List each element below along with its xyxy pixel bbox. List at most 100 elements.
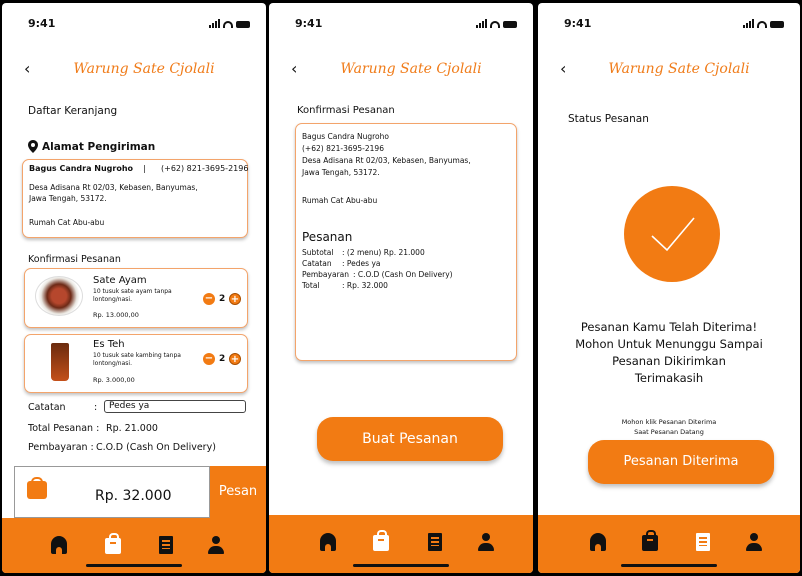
item-qty: 2	[219, 294, 226, 304]
recipient-name: Bagus Candra Nugroho	[302, 132, 389, 141]
status-bar: 9:41	[269, 17, 533, 33]
checkout-total: Rp. 32.000	[95, 488, 172, 504]
battery-icon	[770, 21, 784, 28]
order-summary-card: Bagus Candra Nugroho (+62) 821-3695-2196…	[295, 123, 517, 361]
note-value: : Pedes ya	[342, 259, 381, 268]
note-colon: :	[94, 402, 98, 413]
item-desc: 10 tusuk sate ayam tanpa	[93, 288, 172, 295]
status-message-line: Terimakasih	[634, 371, 704, 385]
es-teh-image	[51, 343, 69, 381]
cart-screen: 9:41 ‹ Warung Sate Cjolali Daftar Keranj…	[2, 3, 266, 573]
status-icons	[209, 19, 250, 28]
separator: |	[143, 164, 146, 173]
total-label: Total	[302, 281, 320, 290]
recipient-name: Bagus Candra Nugroho	[29, 164, 134, 173]
increase-qty-button[interactable]: +	[229, 353, 241, 365]
status-time: 9:41	[564, 17, 592, 30]
payment-value: : C.O.D (Cash On Delivery)	[353, 270, 453, 279]
address-note: Rumah Cat Abu-abu	[29, 218, 105, 227]
profile-icon[interactable]	[478, 533, 494, 551]
hint-line: Mohon klik Pesanan Diterima	[621, 418, 717, 426]
order-button[interactable]: Pesan	[210, 466, 266, 518]
back-button[interactable]: ‹	[24, 61, 30, 77]
confirm-heading: Konfirmasi Pesanan	[28, 254, 121, 265]
status-icons	[476, 19, 517, 28]
sate-ayam-image	[35, 276, 83, 316]
wifi-icon	[223, 21, 233, 28]
order-list-icon[interactable]	[696, 533, 710, 551]
page-title: Konfirmasi Pesanan	[297, 105, 395, 116]
increase-qty-button[interactable]: +	[229, 293, 241, 305]
status-time: 9:41	[28, 17, 56, 30]
address-line-1: Desa Adisana Rt 02/03, Kebasen, Banyumas…	[29, 183, 198, 192]
bag-icon[interactable]	[642, 530, 658, 551]
home-icon[interactable]	[320, 533, 336, 551]
brand-title: Warung Sate Cjolali	[608, 61, 750, 77]
note-input[interactable]: Pedes ya	[104, 400, 246, 413]
subtotal-label: Subtotal	[302, 248, 334, 257]
signal-icon	[476, 19, 487, 28]
order-list-icon[interactable]	[428, 533, 442, 551]
wifi-icon	[757, 21, 767, 28]
status-bar: 9:41	[538, 17, 800, 33]
status-message-line: Pesanan Dikirimkan	[612, 354, 726, 368]
item-desc-2: lontong/nasi.	[93, 296, 132, 303]
status-icons	[743, 19, 784, 28]
total-value: Rp. 21.000	[106, 423, 158, 434]
bag-icon	[27, 481, 47, 499]
order-status-screen: 9:41 ‹ Warung Sate Cjolali Status Pesana…	[538, 3, 800, 573]
location-pin-icon	[28, 140, 38, 153]
create-order-button[interactable]: Buat Pesanan	[317, 417, 503, 461]
bag-icon[interactable]	[105, 533, 121, 554]
decrease-qty-button[interactable]: −	[203, 353, 215, 365]
status-message: Pesanan Kamu Telah Diterima! Mohon Untuk…	[538, 319, 800, 387]
page-title: Daftar Keranjang	[28, 105, 118, 117]
item-qty: 2	[219, 354, 226, 364]
profile-icon[interactable]	[208, 536, 224, 554]
decrease-qty-button[interactable]: −	[203, 293, 215, 305]
home-indicator	[621, 564, 717, 567]
home-indicator	[86, 564, 182, 567]
hint-line: Saat Pesanan Datang	[634, 428, 704, 436]
bottom-nav	[538, 515, 800, 573]
order-confirm-screen: 9:41 ‹ Warung Sate Cjolali Konfirmasi Pe…	[269, 3, 533, 573]
back-button[interactable]: ‹	[291, 61, 297, 77]
bottom-nav	[2, 518, 266, 573]
signal-icon	[743, 19, 754, 28]
subtotal-value: : (2 menu) Rp. 21.000	[342, 248, 425, 257]
home-icon[interactable]	[51, 536, 67, 554]
home-icon[interactable]	[590, 533, 606, 551]
item-name: Sate Ayam	[93, 275, 147, 286]
brand-title: Warung Sate Cjolali	[340, 61, 482, 77]
page-title: Status Pesanan	[568, 113, 649, 125]
item-desc: 10 tusuk sate kambing tanpa	[93, 352, 181, 359]
cart-item-sate-ayam[interactable]: Sate Ayam 10 tusuk sate ayam tanpa lonto…	[24, 268, 248, 328]
total-value: : Rp. 32.000	[342, 281, 388, 290]
brand-title: Warung Sate Cjolali	[73, 61, 215, 77]
payment-label: Pembayaran :	[28, 442, 94, 453]
bag-icon[interactable]	[373, 530, 389, 551]
status-time: 9:41	[295, 17, 323, 30]
hint-text: Mohon klik Pesanan Diterima Saat Pesanan…	[538, 417, 800, 437]
back-button[interactable]: ‹	[560, 61, 566, 77]
signal-icon	[209, 19, 220, 28]
item-desc-2: lontong/nasi.	[93, 360, 132, 367]
item-price: Rp. 3.000,00	[93, 376, 135, 384]
status-message-line: Mohon Untuk Menunggu Sampai	[575, 337, 763, 351]
order-heading: Pesanan	[302, 230, 353, 244]
order-list-icon[interactable]	[159, 536, 173, 554]
profile-icon[interactable]	[746, 533, 762, 551]
order-received-button[interactable]: Pesanan Diterima	[588, 440, 774, 484]
wifi-icon	[490, 21, 500, 28]
payment-label: Pembayaran	[302, 270, 349, 279]
battery-icon	[236, 21, 250, 28]
address-note: Rumah Cat Abu-abu	[302, 196, 378, 205]
note-label: Catatan	[302, 259, 332, 268]
status-bar: 9:41	[2, 17, 266, 33]
bottom-nav	[269, 515, 533, 573]
status-message-line: Pesanan Kamu Telah Diterima!	[580, 320, 758, 334]
address-card[interactable]: Bagus Candra Nugroho | (+62) 821-3695-21…	[22, 159, 248, 238]
cart-item-es-teh[interactable]: Es Teh 10 tusuk sate kambing tanpa lonto…	[24, 334, 248, 393]
item-name: Es Teh	[93, 339, 125, 350]
total-label: Total Pesanan :	[28, 423, 100, 434]
